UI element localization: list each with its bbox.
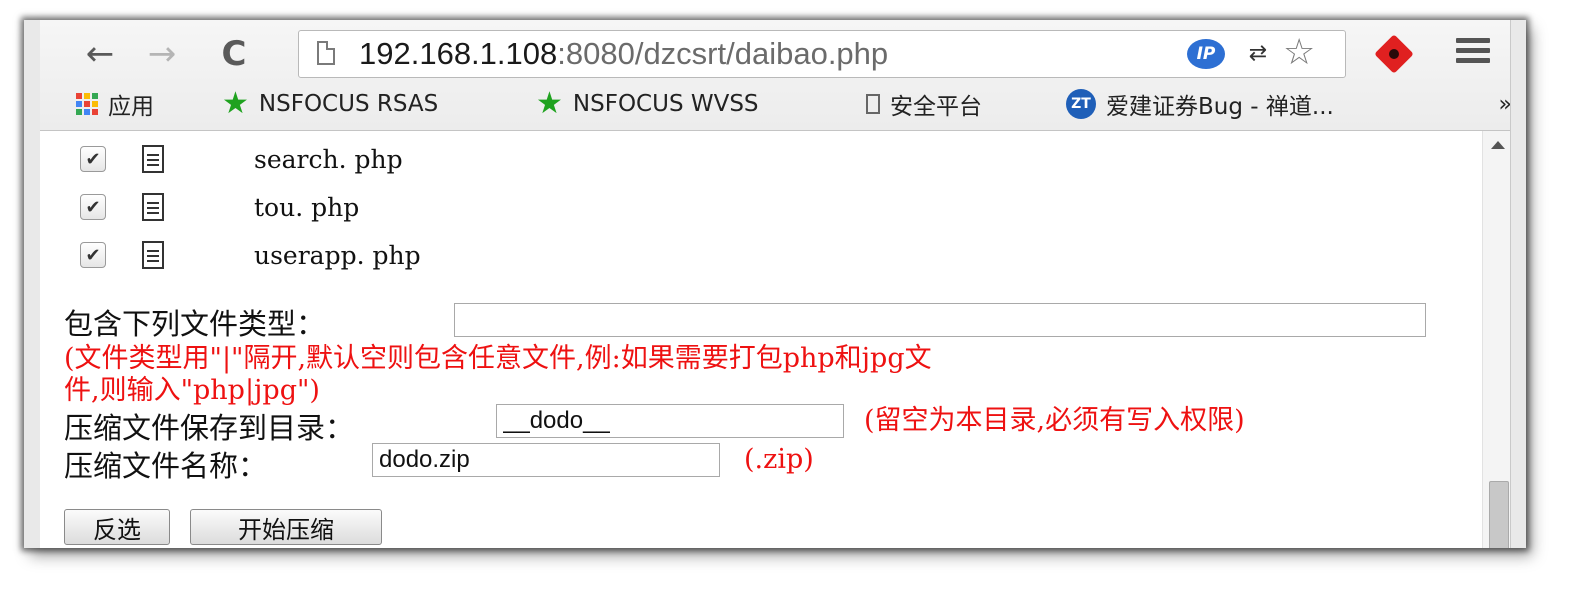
bookmark-nsfocus-wvss[interactable]: ★ NSFOCUS WVSS [536,86,759,122]
file-types-hint-line1: (文件类型用"|"隔开,默认空则包含任意文件,例:如果需要打包php和jpg文 [64,343,932,374]
browser-window: ← → C 192.168.1.108:8080/dzcsrt/daibao.p… [24,20,1526,548]
menu-icon[interactable] [1456,38,1490,66]
file-types-input[interactable] [454,303,1426,337]
file-types-hint-line2: 件,则输入"php|jpg") [64,375,320,406]
bookmark-label: 安全平台 [890,94,982,120]
back-button[interactable]: ← [78,34,122,74]
zip-name-hint: (.zip) [744,444,814,475]
reload-button[interactable]: C [212,34,256,74]
file-checkbox[interactable]: ✔ [80,194,106,220]
address-bar[interactable]: 192.168.1.108:8080/dzcsrt/daibao.php IP … [298,30,1346,78]
bookmark-star-icon[interactable]: ☆ [1283,33,1315,73]
bookmark-apps[interactable]: 应用 [76,86,154,122]
page-icon [317,41,335,65]
file-icon [142,241,164,269]
file-checkbox[interactable]: ✔ [80,242,106,268]
bookmark-zentao-bug[interactable]: ZT 爱建证券Bug - 禅道... [1066,86,1334,122]
save-dir-hint: (留空为本目录,必须有写入权限) [864,405,1245,436]
bookmark-label: 爱建证券Bug - 禅道... [1106,94,1334,120]
scroll-up-arrow-icon[interactable] [1491,141,1505,149]
green-star-icon: ★ [222,86,249,121]
browser-toolbar: ← → C 192.168.1.108:8080/dzcsrt/daibao.p… [40,20,1526,131]
window-right-edge [1510,20,1526,548]
file-name: userapp. php [254,240,421,270]
bookmark-nsfocus-rsas[interactable]: ★ NSFOCUS RSAS [222,86,438,122]
url-path: :8080/dzcsrt/daibao.php [557,36,889,71]
zip-name-label: 压缩文件名称： [64,449,268,483]
zentao-icon: ZT [1066,89,1096,119]
file-name: search. php [254,144,403,174]
save-dir-label: 压缩文件保存到目录： [64,411,355,445]
forward-button[interactable]: → [140,34,184,74]
bookmark-label: 应用 [108,94,154,120]
start-compress-button[interactable]: 开始压缩 [190,509,382,545]
red-extension-icon[interactable] [1374,34,1414,74]
forward-arrow-icon: → [147,34,177,74]
green-star-icon: ★ [536,86,563,121]
file-icon [142,193,164,221]
window-left-edge [24,20,41,548]
list-item: ✔ userapp. php [80,235,421,275]
vertical-scrollbar[interactable] [1482,131,1511,548]
bookmark-security-platform[interactable]: 安全平台 [866,86,982,122]
url-text[interactable]: 192.168.1.108:8080/dzcsrt/daibao.php [359,35,888,73]
apps-grid-icon [76,93,98,115]
page-icon [866,94,880,114]
bookmark-label: NSFOCUS WVSS [572,91,759,117]
reload-icon: C [221,34,247,74]
file-checkbox[interactable]: ✔ [80,146,106,172]
bookmarks-bar: 应用 ★ NSFOCUS RSAS ★ NSFOCUS WVSS 安全平台 ZT… [76,86,1516,122]
zip-name-input[interactable] [372,443,720,477]
save-dir-input[interactable] [496,404,844,438]
scrollbar-thumb[interactable] [1489,481,1509,548]
translate-icon[interactable]: ⇄ [1243,39,1273,67]
ip-extension-icon[interactable]: IP [1187,39,1225,69]
file-name: tou. php [254,192,360,222]
list-item: ✔ search. php [80,139,403,179]
bookmark-label: NSFOCUS RSAS [258,91,439,117]
file-icon [142,145,164,173]
list-item: ✔ tou. php [80,187,359,227]
file-types-label: 包含下列文件类型： [64,307,326,341]
page-content: ✔ search. php ✔ tou. php ✔ userapp. php … [40,131,1482,548]
url-host: 192.168.1.108 [359,36,558,71]
invert-selection-button[interactable]: 反选 [64,509,170,545]
back-arrow-icon: ← [85,34,115,74]
